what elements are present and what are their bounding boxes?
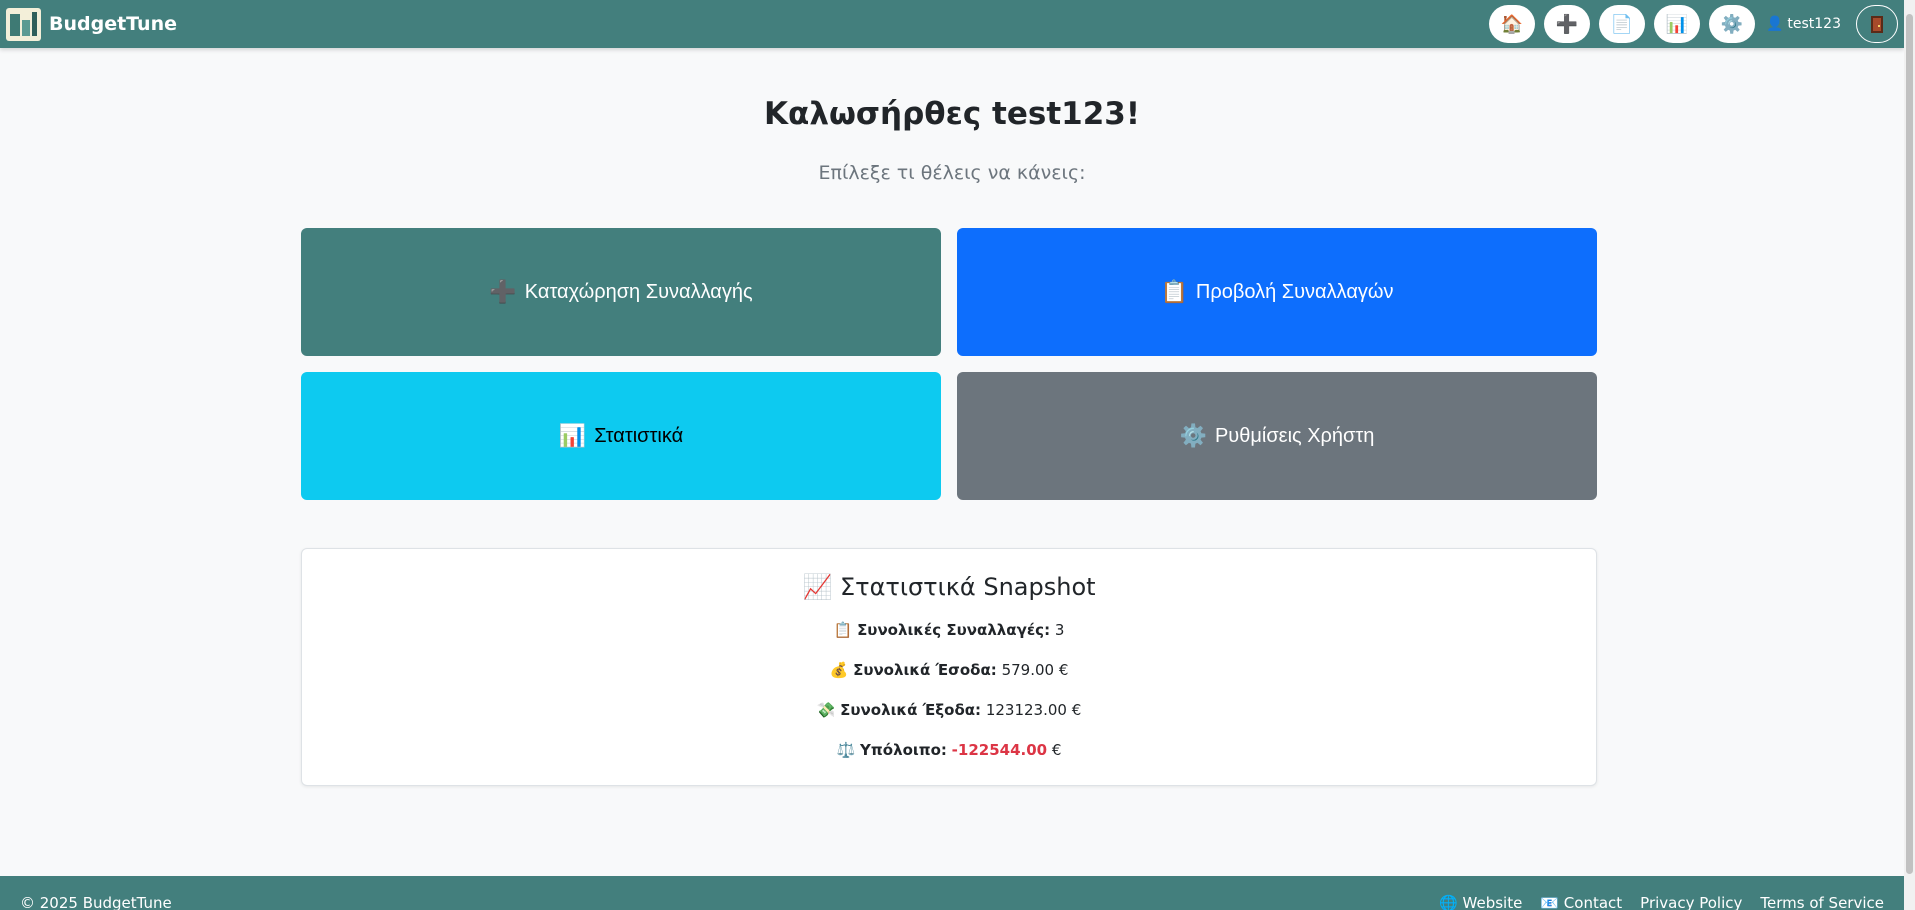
page-scrollbar[interactable] [1904, 0, 1915, 910]
add-transaction-button[interactable]: ➕ [1543, 5, 1590, 43]
brand[interactable]: BudgetTune [6, 7, 177, 41]
envelope-icon: 📧 [1540, 894, 1560, 910]
footer: © 2025 BudgetTune 🌐 Website 📧 Contact Pr… [0, 876, 1904, 910]
door-icon [1871, 15, 1883, 33]
balance-scale-icon: ⚖️ [836, 741, 856, 759]
add-transaction-card[interactable]: ➕ Καταχώρηση Συναλλαγής [301, 228, 941, 356]
clipboard-icon: 📋 [1160, 279, 1188, 304]
username: test123 [1787, 16, 1841, 32]
clipboard-icon: 📋 [833, 621, 853, 639]
statistics-card[interactable]: 📊 Στατιστικά [301, 372, 941, 500]
statistics-button[interactable]: 📊 [1653, 5, 1700, 43]
contact-link[interactable]: 📧 Contact [1540, 894, 1622, 910]
user-settings-card[interactable]: ⚙️ Ρυθμίσεις Χρήστη [957, 372, 1597, 500]
balance-value: -122544.00 [951, 741, 1048, 759]
total-transactions-label: Συνολικές Συναλλαγές: [857, 621, 1051, 639]
stats-snapshot-card: 📈 Στατιστικά Snapshot 📋 Συνολικές Συναλλ… [301, 548, 1597, 786]
bar-chart-icon: 📊 [558, 423, 587, 448]
plus-icon: ➕ [489, 279, 517, 304]
total-income-label: Συνολικά Έσοδα: [853, 661, 997, 679]
currency-label: € [1051, 741, 1062, 759]
brand-name[interactable]: BudgetTune [49, 13, 177, 35]
plus-icon: ➕ [1555, 13, 1579, 34]
privacy-policy-link[interactable]: Privacy Policy [1640, 894, 1742, 910]
statistics-label: Στατιστικά [594, 424, 684, 447]
subtitle: Επίλεξε τι θέλεις να κάνεις: [818, 162, 1086, 184]
nav-actions: 🏠 ➕ 📄 📊 ⚙️ 👤 test123 [1488, 5, 1898, 43]
document-icon: 📄 [1610, 13, 1634, 34]
view-transactions-card[interactable]: 📋 Προβολή Συναλλαγών [957, 228, 1597, 356]
copyright: © 2025 BudgetTune [20, 894, 172, 910]
gear-icon: ⚙️ [1720, 13, 1744, 34]
brand-logo [6, 7, 41, 41]
welcome-heading: Καλωσήρθες test123! [764, 96, 1140, 132]
website-link[interactable]: 🌐 Website [1439, 894, 1522, 910]
add-transaction-label: Καταχώρηση Συναλλαγής [524, 280, 753, 303]
user-info: 👤 test123 [1766, 16, 1841, 32]
money-bag-icon: 💰 [829, 661, 849, 679]
gear-icon: ⚙️ [1179, 423, 1207, 448]
balance-label: Υπόλοιπο: [860, 741, 947, 759]
total-income-row: 💰 Συνολικά Έσοδα: 579.00 € [302, 661, 1596, 679]
globe-icon: 🌐 [1439, 894, 1458, 910]
terms-of-service-link[interactable]: Terms of Service [1760, 894, 1884, 910]
home-button[interactable]: 🏠 [1488, 5, 1535, 43]
total-expenses-value: 123123.00 [985, 701, 1067, 719]
top-navbar: BudgetTune 🏠 ➕ 📄 📊 ⚙️ 👤 test123 [0, 0, 1904, 48]
scrollbar-thumb[interactable] [1906, 14, 1913, 874]
total-income-value: 579.00 [1001, 661, 1055, 679]
balance-row: ⚖️ Υπόλοιπο: -122544.00 € [302, 741, 1596, 759]
home-icon: 🏠 [1500, 13, 1524, 34]
view-transactions-button[interactable]: 📄 [1598, 5, 1645, 43]
user-settings-label: Ρυθμίσεις Χρήστη [1214, 424, 1375, 447]
money-wings-icon: 💸 [816, 701, 836, 719]
total-transactions-row: 📋 Συνολικές Συναλλαγές: 3 [302, 621, 1596, 639]
footer-links: 🌐 Website 📧 Contact Privacy Policy Terms… [1439, 894, 1884, 910]
logout-button[interactable] [1856, 5, 1898, 43]
total-expenses-label: Συνολικά Έξοδα: [840, 701, 982, 719]
settings-button[interactable]: ⚙️ [1708, 5, 1755, 43]
chart-increasing-icon: 📈 [802, 573, 833, 601]
user-icon: 👤 [1765, 16, 1784, 32]
view-transactions-label: Προβολή Συναλλαγών [1195, 280, 1394, 303]
snapshot-title: 📈 Στατιστικά Snapshot [802, 573, 1096, 601]
total-transactions-value: 3 [1054, 621, 1065, 639]
total-expenses-row: 💸 Συνολικά Έξοδα: 123123.00 € [302, 701, 1596, 719]
currency-label: € [1071, 701, 1082, 719]
currency-label: € [1058, 661, 1069, 679]
bar-chart-icon: 📊 [1665, 13, 1689, 34]
